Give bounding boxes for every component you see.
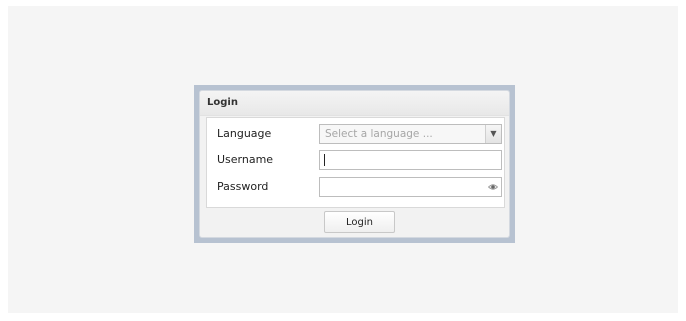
panel-title: Login bbox=[207, 97, 238, 108]
username-label: Username bbox=[217, 153, 274, 166]
text-caret bbox=[324, 154, 325, 166]
username-input[interactable] bbox=[319, 150, 502, 170]
language-select[interactable]: Select a language ... ▼ bbox=[319, 124, 502, 144]
language-label: Language bbox=[217, 127, 272, 140]
page-background: Login Language Select a language ... ▼ U… bbox=[8, 6, 678, 313]
chevron-down-icon[interactable]: ▼ bbox=[485, 125, 501, 143]
login-button[interactable]: Login bbox=[324, 211, 395, 233]
login-dialog-frame: Login Language Select a language ... ▼ U… bbox=[194, 85, 515, 243]
language-placeholder: Select a language ... bbox=[325, 128, 433, 140]
login-panel: Login Language Select a language ... ▼ U… bbox=[199, 90, 510, 238]
login-form: Language Select a language ... ▼ Usernam… bbox=[206, 117, 505, 208]
panel-header: Login bbox=[200, 91, 509, 116]
password-label: Password bbox=[217, 180, 269, 193]
eye-icon[interactable] bbox=[488, 182, 498, 192]
password-input[interactable] bbox=[319, 177, 502, 197]
